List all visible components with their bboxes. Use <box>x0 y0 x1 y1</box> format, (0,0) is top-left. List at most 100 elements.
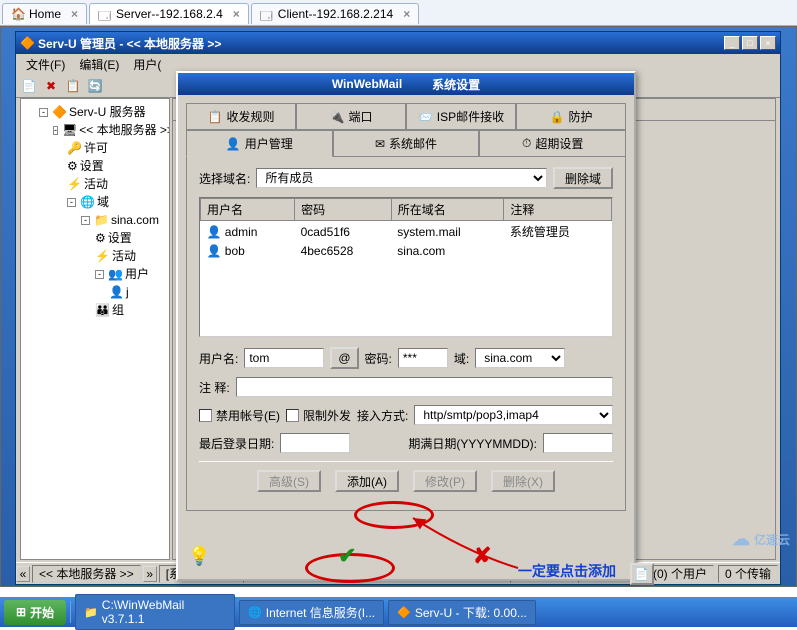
tab-label: Client--192.168.2.214 <box>278 7 393 21</box>
desktop: 🔶 Serv-U 管理员 - << 本地服务器 >> _ □ × 文件(F) 编… <box>0 26 797 587</box>
user-table[interactable]: 用户名 密码 所在域名 注释 👤 admin 0cad51f6 system.m… <box>199 197 613 337</box>
tab-label: Server--192.168.2.4 <box>116 7 223 21</box>
user-label: 用户名: <box>199 350 238 367</box>
password-field[interactable] <box>398 348 448 368</box>
close-icon[interactable]: × <box>403 7 410 21</box>
tree-license: 🔑许可 <box>67 139 165 157</box>
status-prev[interactable]: « <box>16 566 30 582</box>
tab-rules[interactable]: 📋收发规则 <box>186 103 296 130</box>
close-icon[interactable]: × <box>71 7 78 21</box>
access-select[interactable]: http/smtp/pop3,imap4 <box>414 405 613 425</box>
expire-label: 期满日期(YYYYMMDD): <box>408 435 537 452</box>
tree-dom-settings: ⚙设置 <box>95 229 165 247</box>
menu-edit[interactable]: 编辑(E) <box>73 54 125 75</box>
browser-tab-client[interactable]: 🗔 Client--192.168.2.214 × <box>251 3 419 24</box>
tool-refresh[interactable]: 🔄 <box>86 77 104 95</box>
taskbar: ⊞ 开始 📁C:\WinWebMail v3.7.1.1 🌐Internet 信… <box>0 597 797 627</box>
menu-user[interactable]: 用户( <box>127 54 167 75</box>
tab-label: Home <box>29 7 61 21</box>
bulb-icon: 💡 <box>188 546 210 567</box>
dialog-titlebar[interactable]: WinWebMail 系统设置 <box>178 73 634 95</box>
watermark: ☁亿速云 <box>732 529 790 550</box>
username-field[interactable] <box>244 348 324 368</box>
app-icon: 🔶 <box>20 36 34 50</box>
annotation-text: 一定要点击添加 <box>518 561 616 581</box>
last-login-field[interactable] <box>280 433 350 453</box>
maximize-button[interactable]: □ <box>742 36 758 50</box>
dialog-title: 系统设置 <box>432 76 480 93</box>
pass-label: 密码: <box>365 350 392 367</box>
at-button[interactable]: @ <box>330 347 358 369</box>
delete-domain-button[interactable]: 删除域 <box>553 167 613 189</box>
app-icon: 🗔 <box>260 7 274 21</box>
task-iis[interactable]: 🌐Internet 信息服务(I... <box>239 600 384 625</box>
note-field[interactable] <box>236 377 613 397</box>
tree-root: -🔶Serv-U 服务器 <box>39 103 165 121</box>
browser-tab-home[interactable]: 🏠 Home × <box>2 3 87 24</box>
titlebar[interactable]: 🔶 Serv-U 管理员 - << 本地服务器 >> _ □ × <box>16 32 780 54</box>
minimize-button[interactable]: _ <box>724 36 740 50</box>
home-icon: 🏠 <box>11 7 25 21</box>
tree-dom-activity: ⚡活动 <box>95 247 165 265</box>
winwebmail-dialog: WinWebMail 系统设置 📋收发规则 🔌端口 📨ISP邮件接收 🔒防护 👤… <box>176 71 636 581</box>
dialog-app-name: WinWebMail <box>332 77 402 91</box>
checkmark-icon: ✔ <box>338 543 356 569</box>
menu-file[interactable]: 文件(F) <box>20 54 71 75</box>
annotation-oval-add <box>354 501 434 529</box>
note-label: 注 释: <box>199 379 230 396</box>
tool-unknown-1[interactable]: 📄 <box>20 77 38 95</box>
tab-sys-mail[interactable]: ✉系统邮件 <box>333 130 480 157</box>
browser-tab-server[interactable]: 🗔 Server--192.168.2.4 × <box>89 3 249 24</box>
tool-copy[interactable]: 📋 <box>64 77 82 95</box>
tab-port[interactable]: 🔌端口 <box>296 103 406 130</box>
col-note[interactable]: 注释 <box>504 199 612 221</box>
tree-domains: -🌐域 <box>67 193 165 211</box>
col-user[interactable]: 用户名 <box>201 199 295 221</box>
window-title: Serv-U 管理员 - << 本地服务器 >> <box>34 35 722 52</box>
windows-icon: ⊞ <box>16 605 26 619</box>
status-transfers: 0 个传输 <box>718 565 778 583</box>
modify-button[interactable]: 修改(P) <box>413 470 477 492</box>
tree-domain: -📁sina.com <box>81 211 165 229</box>
delete-button[interactable]: 删除(X) <box>491 470 555 492</box>
table-row[interactable]: 👤 bob 4bec6528 sina.com <box>201 242 612 260</box>
domain-label: 选择域名: <box>199 170 250 187</box>
col-pass[interactable]: 密码 <box>295 199 392 221</box>
limit-checkbox[interactable]: 限制外发 <box>286 407 351 424</box>
status-users: (0) 个用户 <box>646 565 714 583</box>
expire-field[interactable] <box>543 433 613 453</box>
tree-panel[interactable]: -🔶Serv-U 服务器 -🖥<< 本地服务器 >> 🔑许可 ⚙设置 ⚡活动 -… <box>20 98 170 560</box>
side-button[interactable]: 📄 <box>630 563 654 585</box>
domain2-label: 域: <box>454 350 469 367</box>
domain-field[interactable]: sina.com <box>475 348 565 368</box>
add-button[interactable]: 添加(A) <box>335 470 399 492</box>
tree-user-item: 👤j <box>109 283 165 301</box>
tree-users: -👥用户 <box>95 265 165 283</box>
x-icon: ✘ <box>473 543 491 569</box>
disable-checkbox[interactable]: 禁用帐号(E) <box>199 407 280 424</box>
browser-tab-strip: 🏠 Home × 🗔 Server--192.168.2.4 × 🗔 Clien… <box>0 0 797 26</box>
status-server: << 本地服务器 >> <box>32 565 141 583</box>
tree-local: -🖥<< 本地服务器 >> <box>53 121 165 139</box>
table-row[interactable]: 👤 admin 0cad51f6 system.mail 系统管理员 <box>201 221 612 243</box>
app-icon: 🗔 <box>98 7 112 21</box>
tab-protect[interactable]: 🔒防护 <box>516 103 626 130</box>
task-servu[interactable]: 🔶Serv-U - 下载: 0.00... <box>388 600 536 625</box>
col-domain[interactable]: 所在域名 <box>391 199 504 221</box>
tree-groups: 👪组 <box>95 301 165 319</box>
task-winwebmail[interactable]: 📁C:\WinWebMail v3.7.1.1 <box>75 594 235 630</box>
tool-delete[interactable]: ✖ <box>42 77 60 95</box>
start-button[interactable]: ⊞ 开始 <box>4 600 66 625</box>
tree-activity: ⚡活动 <box>67 175 165 193</box>
advanced-button[interactable]: 高级(S) <box>257 470 321 492</box>
access-label: 接入方式: <box>357 407 408 424</box>
tree-settings: ⚙设置 <box>67 157 165 175</box>
tab-isp[interactable]: 📨ISP邮件接收 <box>406 103 516 130</box>
status-next[interactable]: » <box>143 566 157 582</box>
close-icon[interactable]: × <box>233 7 240 21</box>
tab-expire[interactable]: ⏱超期设置 <box>479 130 626 157</box>
domain-select[interactable]: 所有成员 <box>256 168 547 188</box>
tab-user-mgmt[interactable]: 👤用户管理 <box>186 130 333 157</box>
last-login-label: 最后登录日期: <box>199 435 274 452</box>
close-button[interactable]: × <box>760 36 776 50</box>
